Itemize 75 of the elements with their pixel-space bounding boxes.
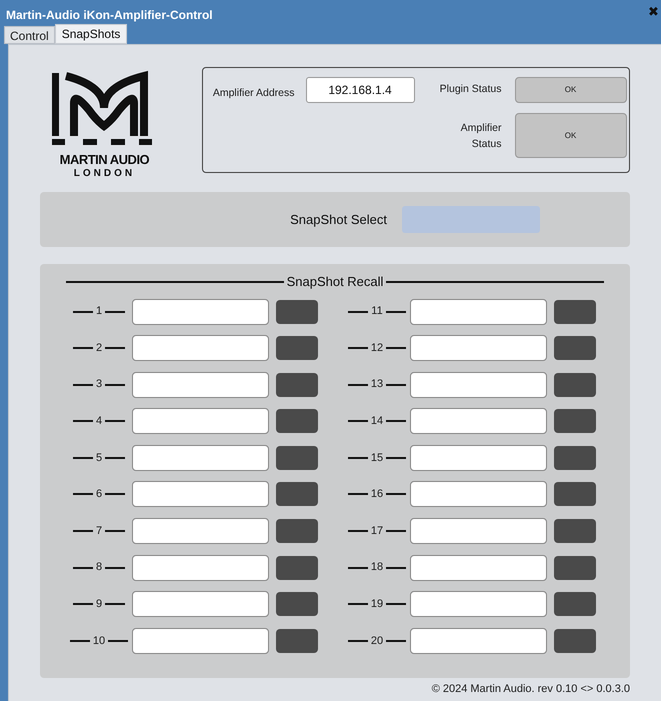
recall-button[interactable]: [276, 592, 318, 616]
address-label: Amplifier Address: [212, 86, 295, 101]
logo-text: MARTIN AUDIO: [60, 152, 150, 167]
recall-button[interactable]: [276, 372, 318, 397]
snapshot-name-field[interactable]: [410, 554, 547, 581]
address-field[interactable]: 192.168.1.4: [306, 77, 415, 103]
recall-button[interactable]: [554, 556, 596, 580]
snapshot-name-field[interactable]: [132, 481, 269, 508]
slot-number: 12: [370, 340, 384, 356]
slot-number: 1: [96, 304, 102, 320]
close-button[interactable]: ✖: [648, 2, 659, 22]
snapshot-name-field[interactable]: [132, 408, 269, 434]
slot-number: 6: [96, 487, 102, 502]
recall-button[interactable]: [276, 446, 318, 470]
snapshot-name-field[interactable]: [410, 591, 547, 618]
recall-button[interactable]: [276, 519, 318, 544]
amplifier-status-label: Amplifier Status: [460, 120, 502, 152]
snapshot-select-label: SnapShot Select: [290, 210, 387, 229]
slot-number: 16: [370, 487, 384, 502]
snapshot-name-field[interactable]: [410, 444, 547, 471]
recall-button[interactable]: [554, 628, 596, 653]
slot-number: 11: [371, 304, 383, 320]
slot-number: 9: [96, 597, 102, 612]
recall-button[interactable]: [554, 300, 596, 324]
slot-number: 18: [370, 560, 384, 576]
snapshot-name-field[interactable]: [132, 591, 269, 618]
recall-button[interactable]: [554, 336, 596, 360]
snapshot-name-field[interactable]: [410, 298, 547, 324]
recall-button[interactable]: [276, 556, 318, 580]
recall-button[interactable]: [554, 372, 596, 397]
amplifier-status-indicator: OK: [514, 113, 627, 158]
recall-button[interactable]: [276, 628, 318, 653]
logo-subtitle: LONDON: [74, 167, 136, 180]
slot-number: 10: [92, 634, 106, 649]
slot-number: 7: [96, 524, 102, 539]
slot-number: 3: [96, 377, 102, 392]
slot-number: 2: [96, 340, 102, 356]
slot-number: 14: [370, 414, 384, 430]
window-title: Martin-Audio iKon-Amplifier-Control: [6, 7, 213, 24]
slot-number: 8: [96, 560, 102, 576]
snapshot-name-field[interactable]: [132, 518, 269, 544]
slot-number: 20: [370, 634, 384, 649]
slot-number: 4: [96, 414, 102, 430]
plugin-status-indicator: OK: [514, 77, 627, 103]
tab[interactable]: SnapShots: [54, 24, 128, 44]
snapshot-name-field[interactable]: [132, 372, 269, 398]
recall-button[interactable]: [276, 300, 318, 324]
snapshot-name-field[interactable]: [132, 335, 269, 362]
snapshot-name-field[interactable]: [132, 554, 269, 581]
snapshot-name-field[interactable]: [410, 335, 547, 362]
snapshot-name-field[interactable]: [410, 372, 547, 398]
recall-button[interactable]: [554, 519, 596, 544]
slot-number: 17: [370, 524, 384, 539]
recall-button[interactable]: [276, 482, 318, 506]
snapshot-name-field[interactable]: [132, 444, 269, 471]
plugin-status-label: Plugin Status: [438, 82, 502, 98]
recall-button[interactable]: [554, 482, 596, 506]
recall-button[interactable]: [276, 336, 318, 360]
snapshot-recall-title: SnapShot Recall: [286, 273, 384, 291]
slot-number: 13: [370, 377, 384, 392]
snapshot-name-field[interactable]: [410, 481, 547, 508]
slot-number: 5: [96, 450, 102, 466]
snapshot-name-field[interactable]: [410, 518, 547, 544]
snapshot-name-field[interactable]: [132, 628, 269, 654]
footer-text: © 2024 Martin Audio. rev 0.10 <> 0.0.3.0: [432, 682, 630, 697]
slot-number: 19: [370, 597, 384, 612]
snapshot-name-field[interactable]: [410, 408, 547, 434]
snapshot-name-field[interactable]: [132, 298, 269, 324]
recall-button[interactable]: [554, 446, 596, 470]
tab[interactable]: Control: [4, 26, 55, 44]
recall-button[interactable]: [276, 409, 318, 434]
recall-button[interactable]: [554, 592, 596, 616]
slot-number: 15: [370, 450, 384, 466]
recall-button[interactable]: [554, 409, 596, 434]
snapshot-name-field[interactable]: [410, 628, 547, 654]
